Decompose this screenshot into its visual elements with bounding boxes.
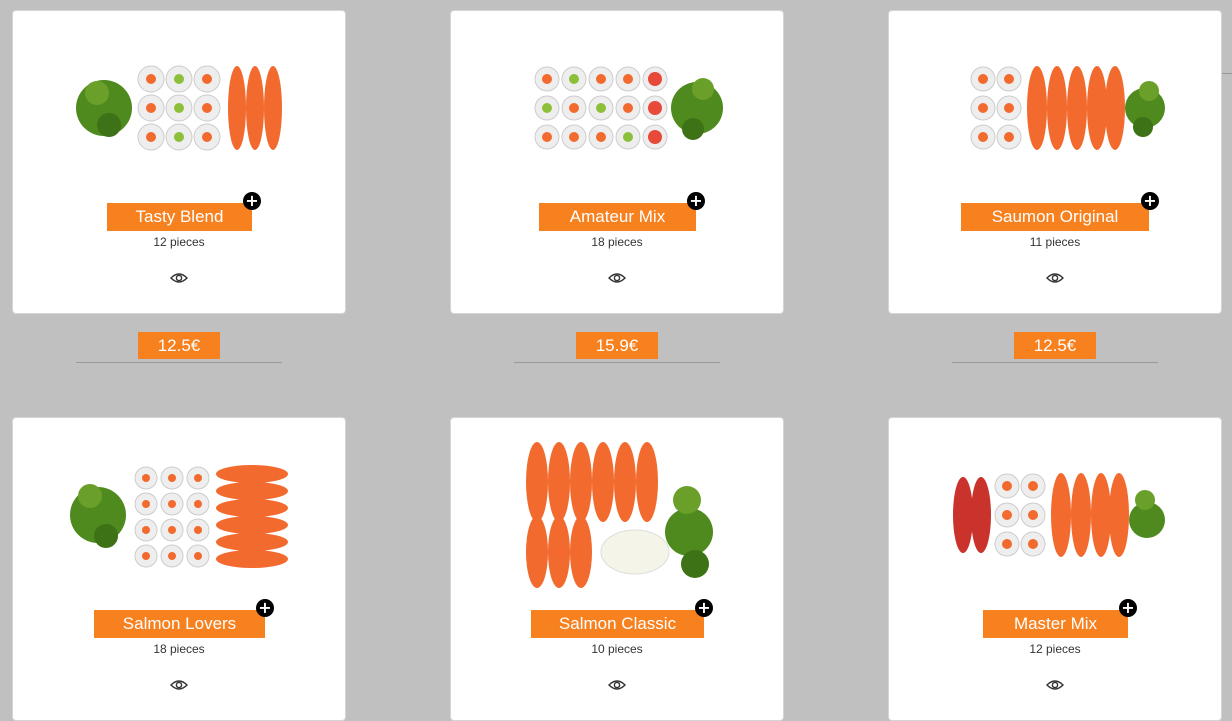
product-pieces: 10 pieces bbox=[591, 642, 643, 656]
eye-icon[interactable] bbox=[1046, 678, 1064, 692]
product-name: Amateur Mix bbox=[569, 207, 666, 226]
product-image bbox=[487, 29, 747, 187]
product-pieces: 11 pieces bbox=[1029, 235, 1081, 249]
price-value: 12.5€ bbox=[157, 335, 201, 355]
plus-icon[interactable]: + bbox=[256, 599, 274, 617]
product-title[interactable]: Salmon Lovers bbox=[94, 610, 265, 638]
eye-icon[interactable] bbox=[1046, 271, 1064, 285]
product-card[interactable]: Master Mix + 12 pieces bbox=[888, 417, 1222, 721]
plus-icon[interactable]: + bbox=[243, 192, 261, 210]
product-pieces: 18 pieces bbox=[153, 642, 205, 656]
product-pieces: 12 pieces bbox=[1029, 642, 1081, 656]
product-card[interactable]: Saumon Original + 11 pieces bbox=[888, 10, 1222, 314]
product-pieces: 18 pieces bbox=[591, 235, 643, 249]
plus-icon[interactable]: + bbox=[695, 599, 713, 617]
price-tag: 12.5€ bbox=[76, 332, 282, 363]
product-name: Saumon Original bbox=[991, 207, 1119, 226]
eye-icon[interactable] bbox=[608, 678, 626, 692]
price-tag: 12.5€ bbox=[952, 332, 1158, 363]
product-image bbox=[49, 436, 309, 594]
product-name: Tasty Blend bbox=[135, 207, 224, 226]
product-card[interactable]: Salmon Lovers + 18 pieces bbox=[12, 417, 346, 721]
price-value: 15.9€ bbox=[595, 335, 639, 355]
product-image bbox=[925, 436, 1185, 594]
price-tag: 15.9€ bbox=[514, 332, 720, 363]
product-name: Salmon Classic bbox=[558, 614, 677, 633]
product-name: Master Mix bbox=[1013, 614, 1098, 633]
price-value: 12.5€ bbox=[1033, 335, 1077, 355]
plus-icon[interactable]: + bbox=[1119, 599, 1137, 617]
eye-icon[interactable] bbox=[170, 678, 188, 692]
product-title[interactable]: Saumon Original bbox=[961, 203, 1149, 231]
eye-icon[interactable] bbox=[608, 271, 626, 285]
product-image bbox=[49, 29, 309, 187]
divider bbox=[1222, 73, 1232, 74]
price-box: 12.5€ bbox=[1014, 332, 1096, 359]
plus-icon[interactable]: + bbox=[1141, 192, 1159, 210]
product-card[interactable]: Amateur Mix + 18 pieces bbox=[450, 10, 784, 314]
plus-icon[interactable]: + bbox=[687, 192, 705, 210]
product-image bbox=[925, 29, 1185, 187]
price-box: 15.9€ bbox=[576, 332, 658, 359]
eye-icon[interactable] bbox=[170, 271, 188, 285]
product-name: Salmon Lovers bbox=[122, 614, 237, 633]
product-title[interactable]: Tasty Blend bbox=[107, 203, 252, 231]
product-title[interactable]: Master Mix bbox=[983, 610, 1128, 638]
product-title[interactable]: Amateur Mix bbox=[539, 203, 696, 231]
product-card[interactable]: Salmon Classic + 10 pieces bbox=[450, 417, 784, 721]
price-box: 12.5€ bbox=[138, 332, 220, 359]
product-card[interactable]: Tasty Blend + 12 pieces bbox=[12, 10, 346, 314]
product-pieces: 12 pieces bbox=[153, 235, 205, 249]
product-title[interactable]: Salmon Classic bbox=[531, 610, 704, 638]
product-image bbox=[487, 436, 747, 594]
